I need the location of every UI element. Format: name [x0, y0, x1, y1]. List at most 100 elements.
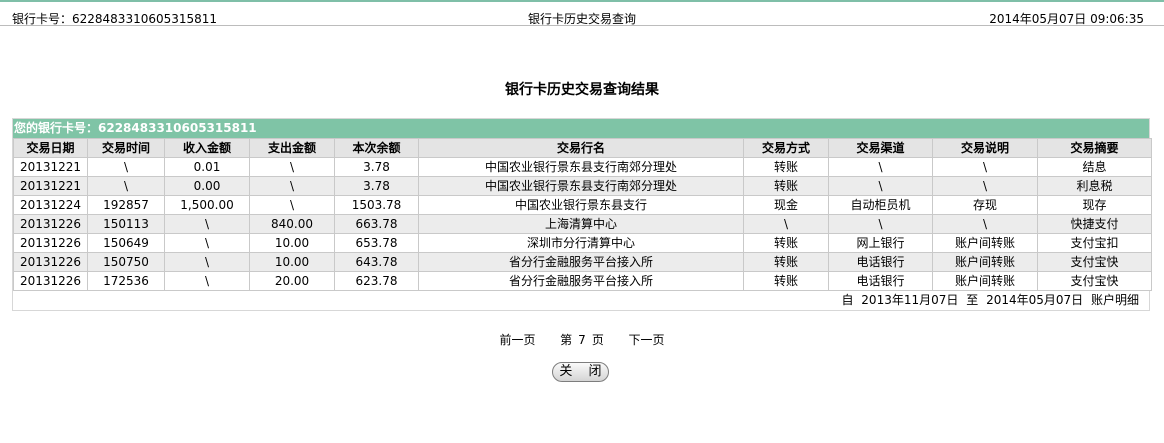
cell-method: 现金	[743, 195, 829, 215]
cell-income: 0.01	[164, 157, 250, 177]
pagination: 前一页 第7页 下一页	[0, 331, 1164, 348]
page-suffix: 页	[591, 333, 604, 347]
column-header: 交易说明	[932, 138, 1038, 158]
cell-method: \	[743, 214, 829, 234]
cell-time: 150113	[87, 214, 165, 234]
cell-channel: \	[828, 157, 933, 177]
table-row: 20131221 \ 0.01 \ 3.78 中国农业银行景东县支行南郊分理处 …	[13, 157, 1152, 177]
cell-balance: 3.78	[334, 157, 419, 177]
cell-income: \	[164, 271, 250, 291]
cell-income: \	[164, 214, 250, 234]
cell-summary: 支付宝扣	[1037, 233, 1152, 253]
table-header-row: 交易日期 交易时间 收入金额 支出金额 本次余额 交易行名 交易方式 交易渠道 …	[13, 138, 1152, 158]
cell-description: 存现	[932, 195, 1038, 215]
cell-bank: 中国农业银行景东县支行南郊分理处	[418, 157, 744, 177]
column-header: 交易时间	[87, 138, 165, 158]
cell-income: 1,500.00	[164, 195, 250, 215]
column-header: 交易方式	[743, 138, 829, 158]
table-row: 20131224 192857 1,500.00 \ 1503.78 中国农业银…	[13, 195, 1152, 215]
next-page-link[interactable]: 下一页	[628, 333, 664, 347]
cell-time: \	[87, 157, 165, 177]
cell-description: \	[932, 176, 1038, 196]
page-prefix: 第	[560, 333, 573, 347]
cell-channel: 自动柜员机	[828, 195, 933, 215]
cell-time: \	[87, 176, 165, 196]
cell-balance: 663.78	[334, 214, 419, 234]
range-from-label: 自	[841, 293, 854, 307]
range-to-label: 至	[966, 293, 979, 307]
cell-date: 20131221	[13, 176, 88, 196]
cell-summary: 快捷支付	[1037, 214, 1152, 234]
column-header: 交易渠道	[828, 138, 933, 158]
cell-date: 20131226	[13, 233, 88, 253]
cell-summary: 利息税	[1037, 176, 1152, 196]
cell-expense: \	[249, 176, 335, 196]
column-header: 交易行名	[418, 138, 744, 158]
table-row: 20131226 150750 \ 10.00 643.78 省分行金融服务平台…	[13, 252, 1152, 272]
result-panel: 您的银行卡号：6228483310605315811 交易日期 交易时间 收入金…	[12, 118, 1152, 311]
cell-description: 账户间转账	[932, 233, 1038, 253]
cell-description: \	[932, 214, 1038, 234]
cell-balance: 643.78	[334, 252, 419, 272]
cell-expense: 10.00	[249, 233, 335, 253]
cell-date: 20131226	[13, 271, 88, 291]
close-button[interactable]: 关 闭	[552, 362, 609, 382]
cell-summary: 现存	[1037, 195, 1152, 215]
table-row: 20131221 \ 0.00 \ 3.78 中国农业银行景东县支行南郊分理处 …	[13, 176, 1152, 196]
cell-time: 172536	[87, 271, 165, 291]
cell-description: 账户间转账	[932, 252, 1038, 272]
cell-income: \	[164, 233, 250, 253]
cell-expense: 840.00	[249, 214, 335, 234]
cell-expense: \	[249, 195, 335, 215]
cell-method: 转账	[743, 176, 829, 196]
cell-time: 150649	[87, 233, 165, 253]
table-row: 20131226 150113 \ 840.00 663.78 上海清算中心 \…	[13, 214, 1152, 234]
range-suffix: 账户明细	[1090, 293, 1139, 307]
cell-method: 转账	[743, 252, 829, 272]
cell-summary: 结息	[1037, 157, 1152, 177]
column-header: 收入金额	[164, 138, 250, 158]
range-from-date: 2013年11月07日	[861, 293, 959, 307]
cell-bank: 上海清算中心	[418, 214, 744, 234]
cell-method: 转账	[743, 157, 829, 177]
cell-time: 150750	[87, 252, 165, 272]
range-to-date: 2014年05月07日	[986, 293, 1084, 307]
column-header: 支出金额	[249, 138, 335, 158]
cell-method: 转账	[743, 271, 829, 291]
cell-channel: 网上银行	[828, 233, 933, 253]
cell-income: \	[164, 252, 250, 272]
cell-channel: \	[828, 176, 933, 196]
cell-balance: 653.78	[334, 233, 419, 253]
cell-bank: 中国农业银行景东县支行南郊分理处	[418, 176, 744, 196]
cell-description: 账户间转账	[932, 271, 1038, 291]
card-banner: 您的银行卡号：6228483310605315811	[13, 119, 1149, 138]
cell-bank: 省分行金融服务平台接入所	[418, 252, 744, 272]
page-indicator: 第7页	[557, 331, 607, 348]
cell-time: 192857	[87, 195, 165, 215]
cell-balance: 3.78	[334, 176, 419, 196]
transaction-table: 交易日期 交易时间 收入金额 支出金额 本次余额 交易行名 交易方式 交易渠道 …	[13, 138, 1152, 291]
cell-date: 20131226	[13, 252, 88, 272]
column-header: 交易摘要	[1037, 138, 1152, 158]
top-bar: 银行卡号：6228483310605315811 银行卡历史交易查询 2014年…	[0, 0, 1164, 26]
page-title: 银行卡历史交易查询结果	[505, 82, 659, 98]
cell-summary: 支付宝快	[1037, 252, 1152, 272]
cell-balance: 623.78	[334, 271, 419, 291]
table-row: 20131226 172536 \ 20.00 623.78 省分行金融服务平台…	[13, 271, 1152, 291]
table-row: 20131226 150649 \ 10.00 653.78 深圳市分行清算中心…	[13, 233, 1152, 253]
date-range-summary: 自 2013年11月07日 至 2014年05月07日 账户明细	[13, 291, 1149, 310]
cell-balance: 1503.78	[334, 195, 419, 215]
prev-page-link[interactable]: 前一页	[499, 333, 535, 347]
column-header: 交易日期	[13, 138, 88, 158]
cell-expense: 10.00	[249, 252, 335, 272]
cell-bank: 省分行金融服务平台接入所	[418, 271, 744, 291]
cell-bank: 中国农业银行景东县支行	[418, 195, 744, 215]
cell-summary: 支付宝快	[1037, 271, 1152, 291]
cell-date: 20131224	[13, 195, 88, 215]
cell-bank: 深圳市分行清算中心	[418, 233, 744, 253]
cell-date: 20131221	[13, 157, 88, 177]
cell-method: 转账	[743, 233, 829, 253]
current-datetime: 2014年05月07日 09:06:35	[989, 12, 1144, 26]
cell-date: 20131226	[13, 214, 88, 234]
cell-expense: 20.00	[249, 271, 335, 291]
